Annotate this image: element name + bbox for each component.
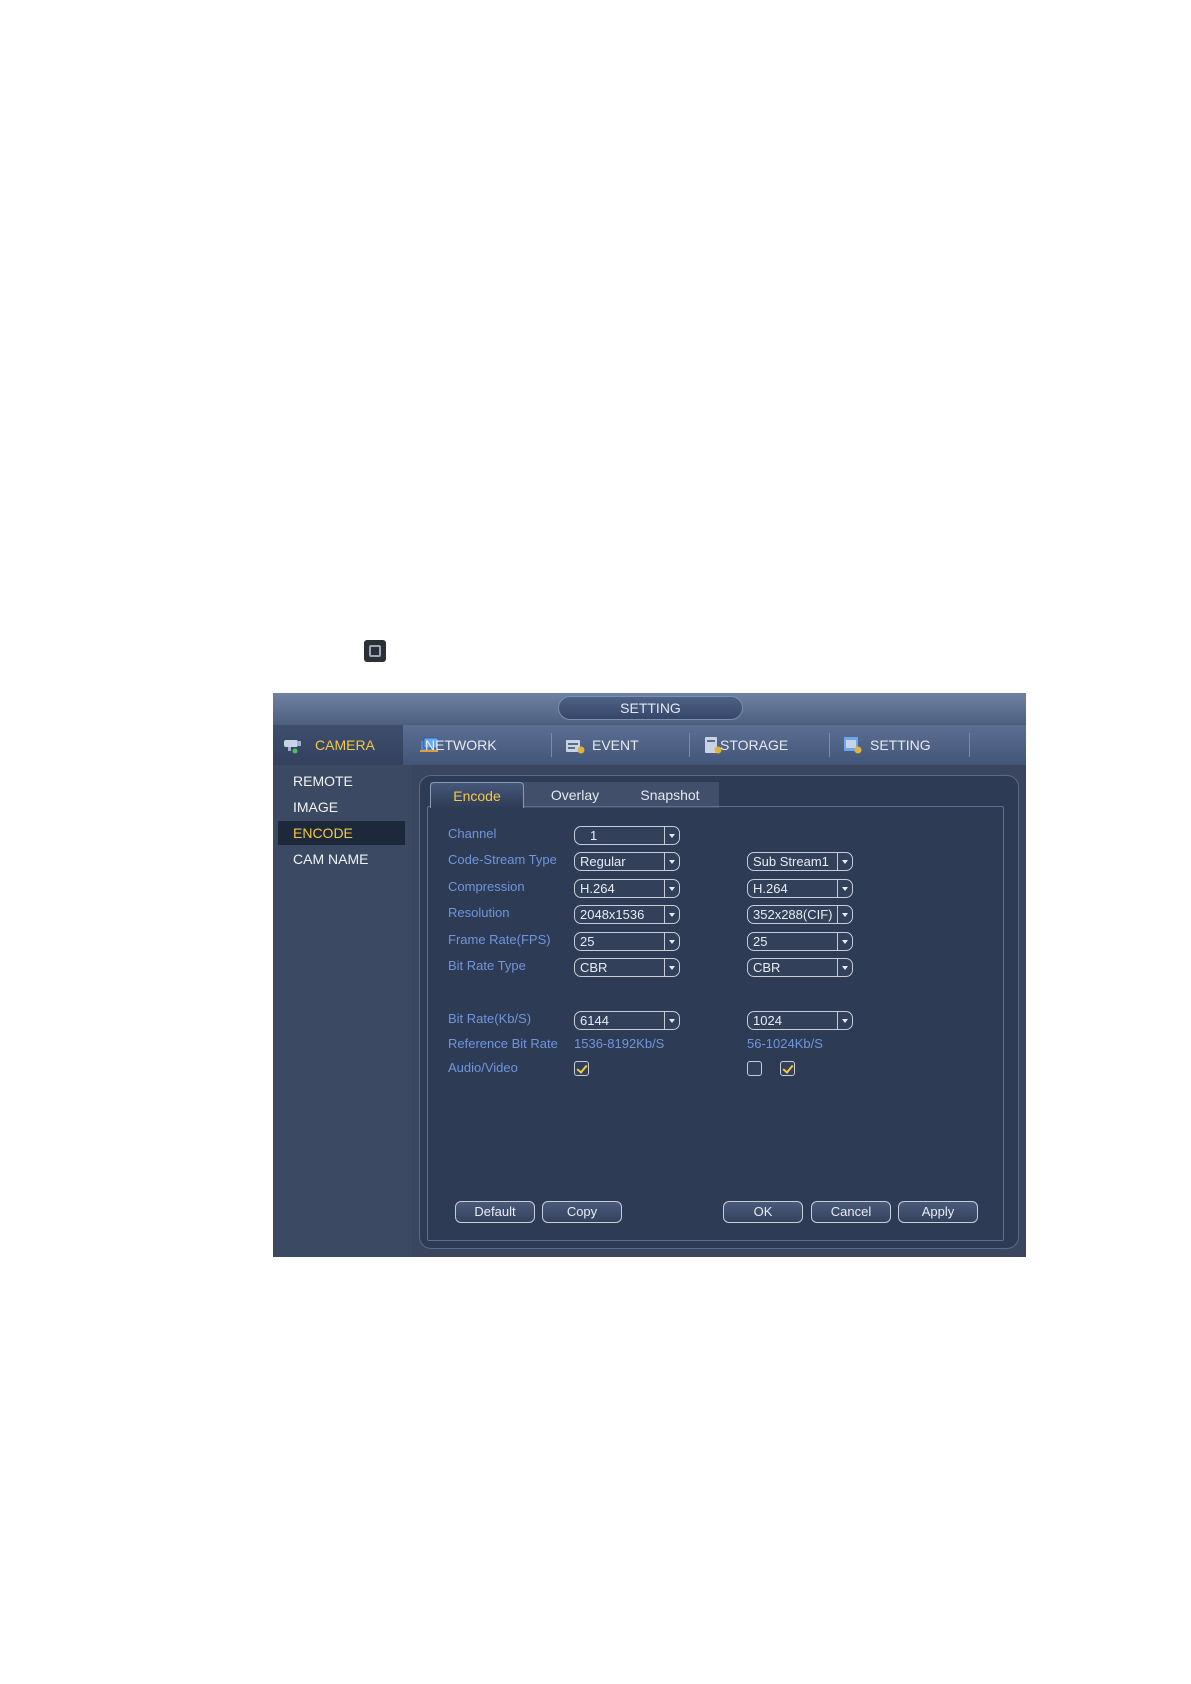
sub-bit-rate-value: 1024 (753, 1013, 782, 1028)
sidebar-item-image[interactable]: IMAGE (278, 795, 405, 819)
sub-bit-rate-type-value: CBR (753, 960, 781, 975)
chevron-down-icon (664, 933, 679, 950)
title-bar: SETTING (273, 693, 1026, 725)
nav-camera[interactable]: CAMERA (273, 725, 403, 765)
channel-value: 1 (590, 828, 598, 843)
nav-label-event: EVENT (592, 737, 639, 753)
nav-setting[interactable]: SETTING (834, 725, 968, 765)
reference-bit-rate-main: 1536-8192Kb/S (574, 1036, 665, 1051)
compression-label: Compression (448, 879, 525, 894)
bit-rate-type-label: Bit Rate Type (448, 958, 526, 973)
code-stream-type-label: Code-Stream Type (448, 852, 557, 867)
resolution-select[interactable]: 2048x1536 (574, 905, 680, 924)
default-button[interactable]: Default (455, 1201, 535, 1223)
code-stream-type-select[interactable]: Regular (574, 852, 680, 871)
nav-divider (689, 733, 690, 757)
resolution-value: 2048x1536 (580, 907, 645, 922)
audio-video-label: Audio/Video (448, 1060, 518, 1075)
window-icon (364, 640, 386, 662)
frame-rate-select[interactable]: 25 (574, 932, 680, 951)
event-icon (566, 740, 585, 754)
chevron-down-icon (664, 880, 679, 897)
tab-encode[interactable]: Encode (430, 782, 524, 808)
sidebar-item-encode[interactable]: ENCODE (278, 821, 405, 845)
sub-frame-rate-select[interactable]: 25 (747, 932, 853, 951)
sub-stream-value: Sub Stream1 (753, 854, 829, 869)
audio-video-sub-checkbox-2[interactable] (780, 1061, 795, 1076)
nav-storage[interactable]: STORAGE (694, 725, 828, 765)
setting-icon (844, 737, 862, 754)
frame-rate-label: Frame Rate(FPS) (448, 932, 551, 947)
reference-bit-rate-sub: 56-1024Kb/S (747, 1036, 823, 1051)
nav-label-network: NETWORK (425, 737, 497, 753)
ok-button[interactable]: OK (723, 1201, 803, 1223)
camera-icon (284, 740, 301, 754)
compression-value: H.264 (580, 881, 615, 896)
bit-rate-label: Bit Rate(Kb/S) (448, 1011, 532, 1026)
channel-label: Channel (448, 826, 497, 841)
chevron-down-icon (837, 959, 852, 976)
code-stream-type-value: Regular (580, 854, 626, 869)
nav-divider (969, 733, 970, 757)
chevron-down-icon (664, 1012, 679, 1029)
apply-button[interactable]: Apply (898, 1201, 978, 1223)
tab-snapshot[interactable]: Snapshot (621, 782, 719, 808)
chevron-down-icon (664, 827, 679, 844)
copy-button[interactable]: Copy (542, 1201, 622, 1223)
bit-rate-type-value: CBR (580, 960, 608, 975)
sidebar: REMOTE IMAGE ENCODE CAM NAME (273, 765, 412, 1257)
chevron-down-icon (837, 853, 852, 870)
nav-label-storage: STORAGE (720, 737, 789, 753)
audio-video-sub-checkbox-1[interactable] (747, 1061, 762, 1076)
main-nav: CAMERA NETWORK EVENT STORAGE SETTING (273, 725, 1026, 765)
chevron-down-icon (837, 1012, 852, 1029)
channel-select[interactable]: 1 (574, 826, 680, 845)
sub-compression-select[interactable]: H.264 (747, 879, 853, 898)
nav-divider (551, 733, 552, 757)
sub-frame-rate-value: 25 (753, 934, 768, 949)
chevron-down-icon (837, 906, 852, 923)
sidebar-item-cam-name[interactable]: CAM NAME (278, 847, 405, 871)
sidebar-item-remote[interactable]: REMOTE (278, 769, 405, 793)
chevron-down-icon (664, 853, 679, 870)
nav-network[interactable]: NETWORK (411, 725, 546, 765)
audio-video-main-checkbox[interactable] (574, 1061, 589, 1076)
sub-compression-value: H.264 (753, 881, 788, 896)
tab-overlay[interactable]: Overlay (530, 782, 620, 808)
sub-resolution-select[interactable]: 352x288(CIF) (747, 905, 853, 924)
reference-bit-rate-label: Reference Bit Rate (448, 1036, 558, 1051)
sub-resolution-value: 352x288(CIF) (753, 907, 833, 922)
resolution-label: Resolution (448, 905, 510, 920)
chevron-down-icon (664, 906, 679, 923)
chevron-down-icon (664, 959, 679, 976)
nav-label-camera: CAMERA (315, 737, 375, 753)
sub-stream-select[interactable]: Sub Stream1 (747, 852, 853, 871)
setting-window: SETTING CAMERA NETWORK EVENT STORAGE SET… (273, 693, 1026, 1257)
bit-rate-type-select[interactable]: CBR (574, 958, 680, 977)
bit-rate-value: 6144 (580, 1013, 609, 1028)
cancel-button[interactable]: Cancel (811, 1201, 891, 1223)
nav-divider (829, 733, 830, 757)
bit-rate-select[interactable]: 6144 (574, 1011, 680, 1030)
frame-rate-value: 25 (580, 934, 595, 949)
nav-label-setting: SETTING (870, 737, 931, 753)
nav-event[interactable]: EVENT (556, 725, 686, 765)
compression-select[interactable]: H.264 (574, 879, 680, 898)
sub-bit-rate-select[interactable]: 1024 (747, 1011, 853, 1030)
sub-bit-rate-type-select[interactable]: CBR (747, 958, 853, 977)
chevron-down-icon (837, 880, 852, 897)
chevron-down-icon (837, 933, 852, 950)
window-title: SETTING (558, 696, 743, 720)
